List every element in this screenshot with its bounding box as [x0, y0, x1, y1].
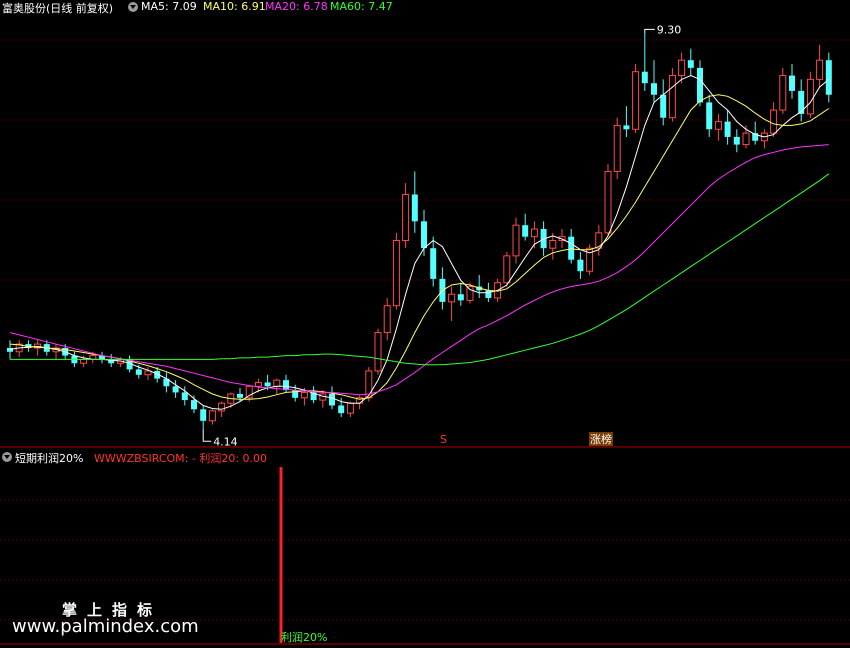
candle-body — [254, 381, 262, 387]
candle-body — [457, 294, 464, 301]
candle-body — [200, 409, 207, 421]
candle-body — [283, 380, 289, 391]
candle-body — [273, 379, 281, 387]
candle-body — [329, 393, 335, 406]
candle-body — [485, 290, 492, 299]
candle-body — [237, 393, 243, 398]
candle-body — [697, 67, 703, 103]
candle-body — [733, 136, 740, 145]
candle-body — [530, 228, 538, 238]
candle-body — [338, 405, 345, 414]
candle-body — [402, 193, 410, 242]
candle-body — [208, 410, 216, 422]
candle-body — [421, 221, 427, 249]
candle-body — [181, 392, 188, 401]
candle-body — [678, 59, 686, 77]
candle-body — [577, 259, 584, 272]
candle-body — [770, 109, 778, 134]
candle-body — [135, 369, 142, 375]
candle-body — [779, 75, 787, 111]
candle-body — [613, 124, 621, 172]
signal-marker-s: S — [440, 433, 447, 446]
candle-body — [466, 286, 474, 301]
candle-body — [80, 358, 88, 364]
candle-body — [568, 236, 575, 260]
candle-body — [300, 391, 308, 399]
candle-body — [522, 225, 529, 237]
surge-marker: 涨榜 — [590, 432, 612, 446]
low-label: 4.14 — [213, 435, 238, 448]
candle-body — [825, 60, 832, 95]
candle-body — [798, 90, 805, 114]
low-marker — [202, 429, 212, 442]
candle-body — [632, 71, 640, 130]
candle-body — [7, 347, 13, 352]
candle-body — [714, 121, 722, 130]
candle-body — [742, 132, 750, 146]
candle-body — [706, 102, 713, 130]
candle-body — [374, 332, 382, 372]
chart-canvas: 9.30 4.14 S 涨榜利润20% — [0, 23, 850, 645]
candle-body — [724, 121, 731, 137]
candle-body — [264, 382, 271, 387]
candle-body — [687, 60, 694, 68]
ma60-line — [10, 173, 830, 366]
candle-body — [789, 75, 795, 91]
candle-body — [392, 240, 400, 307]
candle-body — [172, 386, 179, 393]
candle-body — [641, 71, 648, 84]
signal-bar — [279, 467, 283, 643]
high-marker — [644, 28, 655, 34]
candle-body — [816, 59, 824, 80]
watermark-url: www.palmindex.com — [12, 616, 199, 637]
candle-body — [346, 402, 354, 414]
candle-body — [430, 248, 437, 279]
candle-body — [503, 255, 511, 284]
ma10-line — [9, 94, 830, 400]
candle-body — [660, 94, 667, 118]
candle-body — [604, 170, 612, 234]
candle-body — [623, 125, 630, 130]
high-label: 9.30 — [657, 23, 682, 36]
candle-body — [383, 305, 391, 334]
ma20-line — [9, 144, 829, 396]
candle-body — [411, 194, 418, 222]
candle-body — [512, 224, 520, 257]
candle-body — [651, 83, 657, 95]
candle-body — [549, 240, 557, 249]
signal-bar-label: 利润20% — [281, 630, 327, 644]
candle-body — [191, 400, 197, 410]
candle-body — [806, 78, 814, 115]
candle-body — [668, 75, 676, 119]
candle-body — [448, 293, 456, 303]
